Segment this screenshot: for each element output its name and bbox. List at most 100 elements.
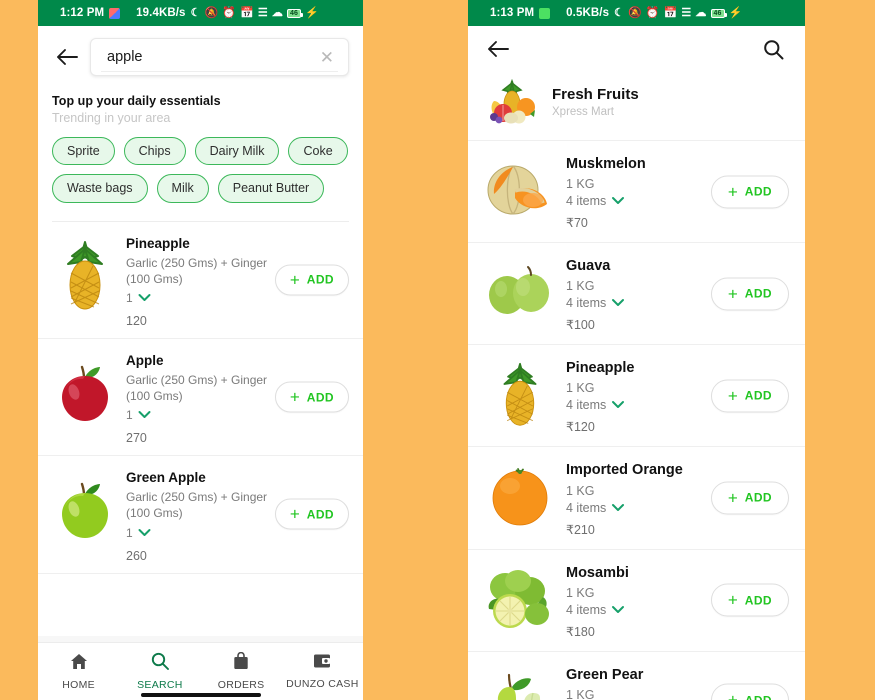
- variant-count: 4 items: [566, 296, 607, 311]
- plus-icon: +: [289, 387, 300, 407]
- plus-icon: +: [727, 284, 738, 304]
- variant-count: 4 items: [566, 398, 607, 413]
- plus-icon: +: [289, 504, 300, 524]
- orange-icon: [484, 463, 556, 531]
- back-button[interactable]: [484, 35, 512, 63]
- table-row[interactable]: Pineapple Garlic (250 Gms) + Ginger (100…: [38, 222, 363, 339]
- left-phone-screenshot: 1:12 PM 19.4KB/s ☾ 🔕 ⏰ 📅 ☰ ☁ 46 ⚡ apple …: [38, 0, 363, 700]
- plus-icon: +: [727, 182, 738, 202]
- add-button-label: ADD: [306, 390, 334, 405]
- table-row[interactable]: Mosambi 1 KG 4 items ₹180 + ADD: [468, 548, 805, 651]
- add-button[interactable]: + ADD: [274, 381, 349, 413]
- chip-dairy-milk[interactable]: Dairy Milk: [194, 137, 280, 166]
- chip-sprite[interactable]: Sprite: [52, 137, 115, 166]
- add-button-label: ADD: [744, 490, 772, 505]
- product-description: Garlic (250 Gms) + Ginger (100 Gms): [126, 372, 268, 404]
- charging-bolt-icon: ⚡: [728, 6, 743, 19]
- add-button-label: ADD: [744, 388, 772, 403]
- chip-chips[interactable]: Chips: [123, 137, 186, 166]
- add-button[interactable]: + ADD: [274, 264, 349, 296]
- right-phone-screenshot: 1:13 PM 0.5KB/s ☾ 🔕 ⏰ 📅 ☰ ☁ 46 ⚡ Fresh F…: [468, 0, 805, 700]
- store-name: Fresh Fruits: [552, 86, 639, 103]
- nav-item-search[interactable]: SEARCH: [119, 643, 200, 700]
- chip-coke[interactable]: Coke: [288, 137, 348, 166]
- chevron-down-icon: [611, 501, 625, 515]
- product-name: Green Apple: [126, 470, 206, 486]
- product-description: Garlic (250 Gms) + Ginger (100 Gms): [126, 490, 268, 521]
- table-row[interactable]: Green Pear 1 KG 4 items + ADD: [468, 650, 805, 700]
- status-bar-right: 1:13 PM 0.5KB/s ☾ 🔕 ⏰ 📅 ☰ ☁ 46 ⚡: [468, 0, 805, 26]
- chip-milk[interactable]: Milk: [156, 174, 209, 203]
- guava-icon: [484, 259, 556, 327]
- product-name: Green Pear: [566, 666, 644, 683]
- add-button[interactable]: + ADD: [710, 175, 789, 209]
- variant-count: 4 items: [566, 194, 607, 209]
- whatsapp-icon: [539, 7, 551, 19]
- moon-icon: ☾: [614, 6, 625, 19]
- table-row[interactable]: Imported Orange 1 KG 4 items ₹210 + ADD: [468, 446, 805, 548]
- search-results-list: Pineapple Garlic (250 Gms) + Ginger (100…: [38, 221, 363, 574]
- mute-bell-icon: 🔕: [204, 6, 219, 19]
- search-button[interactable]: [759, 35, 787, 63]
- status-bar-icons: ☾ 🔕 ⏰ 📅 ☰ ☁ 46 ⚡: [191, 6, 319, 19]
- nav-item-orders[interactable]: ORDERS: [201, 643, 282, 700]
- fruit-basket-icon: [484, 78, 540, 126]
- add-button[interactable]: + ADD: [710, 481, 789, 515]
- plus-icon: +: [289, 270, 300, 290]
- add-button-label: ADD: [744, 184, 772, 199]
- app-badge-icon: [109, 7, 121, 19]
- plus-icon: +: [728, 692, 738, 700]
- alarm-icon: ⏰: [645, 6, 660, 19]
- trending-title: Top up your daily essentials: [52, 94, 221, 108]
- table-row[interactable]: Muskmelon 1 KG 4 items ₹70 + ADD: [468, 140, 805, 242]
- wifi-icon: ☁: [271, 6, 283, 19]
- 4g-signal-icon: ☰: [257, 6, 268, 19]
- back-button[interactable]: [52, 42, 82, 72]
- bottom-navigation: HOME SEARCH ORDERS DUNZO CASH: [38, 642, 363, 700]
- table-row[interactable]: Green Apple Garlic (250 Gms) + Ginger (1…: [38, 456, 363, 574]
- product-price: ₹120: [566, 420, 595, 435]
- product-price: ₹180: [566, 624, 595, 639]
- chevron-down-icon: [611, 398, 625, 412]
- green-apple-icon: [52, 474, 118, 546]
- add-button-label: ADD: [306, 507, 334, 522]
- store-header: [468, 26, 805, 72]
- chip-peanut-butter[interactable]: Peanut Butter: [217, 174, 325, 203]
- product-description: Garlic (250 Gms) + Ginger (100 Gms): [126, 255, 268, 286]
- 4g-signal-icon: ☰: [681, 6, 692, 19]
- bag-icon: [233, 651, 249, 675]
- table-row[interactable]: Guava 1 KG 4 items ₹100 + ADD: [468, 242, 805, 344]
- table-row[interactable]: Pineapple 1 KG 4 items ₹120 + ADD: [468, 344, 805, 446]
- chevron-down-icon: [611, 194, 625, 208]
- product-name: Imported Orange: [566, 462, 683, 479]
- pineapple-icon: [52, 240, 118, 312]
- red-apple-icon: [52, 357, 118, 429]
- store-text: Fresh Fruits Xpress Mart: [540, 86, 639, 118]
- nav-item-home[interactable]: HOME: [38, 643, 119, 700]
- add-button[interactable]: + ADD: [710, 683, 789, 700]
- add-button[interactable]: + ADD: [274, 498, 349, 530]
- variant-count: 4 items: [566, 500, 607, 515]
- table-row[interactable]: Apple Garlic (250 Gms) + Ginger (100 Gms…: [38, 339, 363, 457]
- add-button[interactable]: + ADD: [710, 277, 789, 311]
- battery-icon: 46: [287, 8, 303, 18]
- search-icon: [151, 652, 169, 675]
- add-button-label: ADD: [306, 272, 334, 287]
- chip-waste-bags[interactable]: Waste bags: [52, 174, 148, 203]
- add-button-label: ADD: [744, 286, 772, 301]
- variant-count: 4 items: [566, 602, 607, 617]
- add-button[interactable]: + ADD: [710, 583, 789, 617]
- trending-subtitle: Trending in your area: [52, 111, 171, 125]
- nav-item-dunzo-cash[interactable]: DUNZO CASH: [282, 643, 363, 700]
- status-bar-left: 1:12 PM 19.4KB/s ☾ 🔕 ⏰ 📅 ☰ ☁ 46 ⚡: [38, 0, 363, 26]
- add-button[interactable]: + ADD: [710, 379, 789, 413]
- status-bar-time: 1:13 PM: [490, 7, 535, 19]
- clear-icon[interactable]: ✕: [316, 49, 338, 66]
- status-bar-icons: ☾ 🔕 ⏰ 📅 ☰ ☁ 46 ⚡: [614, 6, 743, 19]
- search-input[interactable]: apple ✕: [90, 38, 349, 76]
- nav-label-dunzo-cash: DUNZO CASH: [286, 678, 359, 690]
- wifi-icon: ☁: [695, 6, 707, 19]
- search-header: apple ✕: [38, 26, 363, 86]
- muskmelon-icon: [484, 157, 556, 225]
- chevron-down-icon: [138, 408, 151, 422]
